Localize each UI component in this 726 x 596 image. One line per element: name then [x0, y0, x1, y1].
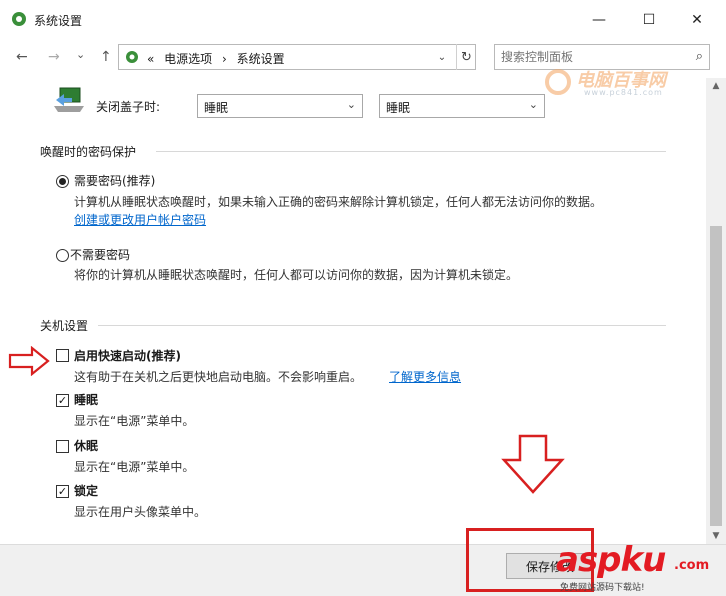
annotation-arrow-right-icon — [8, 346, 50, 376]
breadcrumb-power-options[interactable]: 电源选项 — [164, 52, 212, 66]
watermark-aspku: aspku .com 免费网站源码下载站! — [556, 540, 726, 596]
lock-desc: 显示在用户头像菜单中。 — [74, 505, 207, 519]
lock-checkbox[interactable]: ✓ — [56, 485, 69, 498]
close-button[interactable]: ✕ — [674, 6, 720, 34]
require-password-radio[interactable] — [56, 175, 69, 188]
annotation-arrow-down-icon — [501, 434, 565, 494]
back-arrow-icon[interactable]: ← — [16, 49, 28, 65]
forward-arrow-icon[interactable]: → — [48, 49, 60, 65]
require-password-desc: 计算机从睡眠状态唤醒时，如果未输入正确的密码来解除计算机锁定，任何人都无法访问你… — [74, 195, 603, 209]
require-password-label[interactable]: 需要密码(推荐) — [74, 172, 155, 189]
maximize-button[interactable]: ☐ — [626, 6, 672, 34]
system-settings-icon — [12, 12, 26, 26]
lid-battery-value: 睡眠 — [204, 101, 229, 115]
breadcrumb-system-settings[interactable]: 系统设置 — [237, 52, 285, 66]
lid-battery-select[interactable]: 睡眠 ⌄ — [197, 94, 363, 118]
chevron-down-icon: ⌄ — [528, 98, 538, 111]
shutdown-section-heading: 关机设置 — [40, 319, 89, 333]
watermark-brand: aspku — [556, 540, 666, 580]
lid-close-label: 关闭盖子时: — [96, 100, 161, 114]
settings-content: 关闭盖子时: 睡眠 ⌄ 睡眠 ⌄ 唤醒时的密码保护 需要密码(推荐) 计算机从睡… — [0, 78, 706, 544]
scroll-up-arrow-icon[interactable]: ▲ — [706, 78, 726, 94]
window-title: 系统设置 — [34, 14, 83, 28]
watermark-domain: .com — [674, 558, 710, 573]
control-panel-icon — [126, 51, 138, 63]
fast-startup-label[interactable]: 启用快速启动(推荐) — [74, 347, 181, 364]
address-bar[interactable]: « 电源选项 › 系统设置 — [118, 44, 476, 70]
search-input[interactable] — [501, 49, 681, 65]
sleep-label[interactable]: 睡眠 — [74, 391, 98, 408]
fast-startup-checkbox[interactable] — [56, 349, 69, 362]
title-bar: 系统设置 — ☐ ✕ — [0, 0, 726, 40]
up-arrow-icon[interactable]: ↑ — [100, 49, 112, 65]
laptop-lid-icon — [54, 87, 84, 112]
section-divider — [98, 325, 666, 326]
chevron-down-icon: ⌄ — [346, 98, 356, 111]
search-icon[interactable]: ⌕ — [696, 49, 703, 64]
fast-startup-desc: 这有助于在关机之后更快地启动电脑。不会影响重启。 — [74, 370, 363, 384]
sleep-checkbox[interactable]: ✓ — [56, 394, 69, 407]
hibernate-label[interactable]: 休眠 — [74, 437, 98, 454]
sleep-desc: 显示在“电源”菜单中。 — [74, 414, 195, 428]
breadcrumb: « 电源选项 › 系统设置 — [147, 50, 285, 67]
breadcrumb-overflow[interactable]: « — [147, 52, 154, 66]
section-divider — [156, 151, 666, 152]
no-password-desc: 将你的计算机从睡眠状态唤醒时，任何人都可以访问你的数据，因为计算机未锁定。 — [74, 268, 519, 282]
hibernate-desc: 显示在“电源”菜单中。 — [74, 460, 195, 474]
recent-locations-chevron-icon[interactable]: ⌄ — [76, 48, 85, 61]
vertical-scrollbar[interactable]: ▲ ▼ — [706, 78, 726, 544]
lock-label[interactable]: 锁定 — [74, 482, 98, 499]
learn-more-link[interactable]: 了解更多信息 — [389, 368, 461, 385]
minimize-button[interactable]: — — [576, 6, 622, 34]
no-password-label[interactable]: 不需要密码 — [70, 246, 130, 263]
lid-plugged-value: 睡眠 — [386, 101, 411, 115]
create-password-link[interactable]: 创建或更改用户帐户密码 — [74, 211, 206, 228]
password-section-heading: 唤醒时的密码保护 — [40, 145, 137, 159]
hibernate-checkbox[interactable] — [56, 440, 69, 453]
scrollbar-thumb[interactable] — [710, 226, 722, 526]
breadcrumb-separator: › — [222, 52, 227, 66]
watermark-slogan: 免费网站源码下载站! — [560, 583, 645, 593]
require-password-desc-continuation: 据。 — [578, 195, 603, 209]
no-password-radio[interactable] — [56, 249, 69, 262]
address-dropdown-icon[interactable]: ⌄ — [432, 44, 452, 70]
lid-plugged-select[interactable]: 睡眠 ⌄ — [379, 94, 545, 118]
refresh-icon[interactable]: ↻ — [456, 44, 476, 70]
